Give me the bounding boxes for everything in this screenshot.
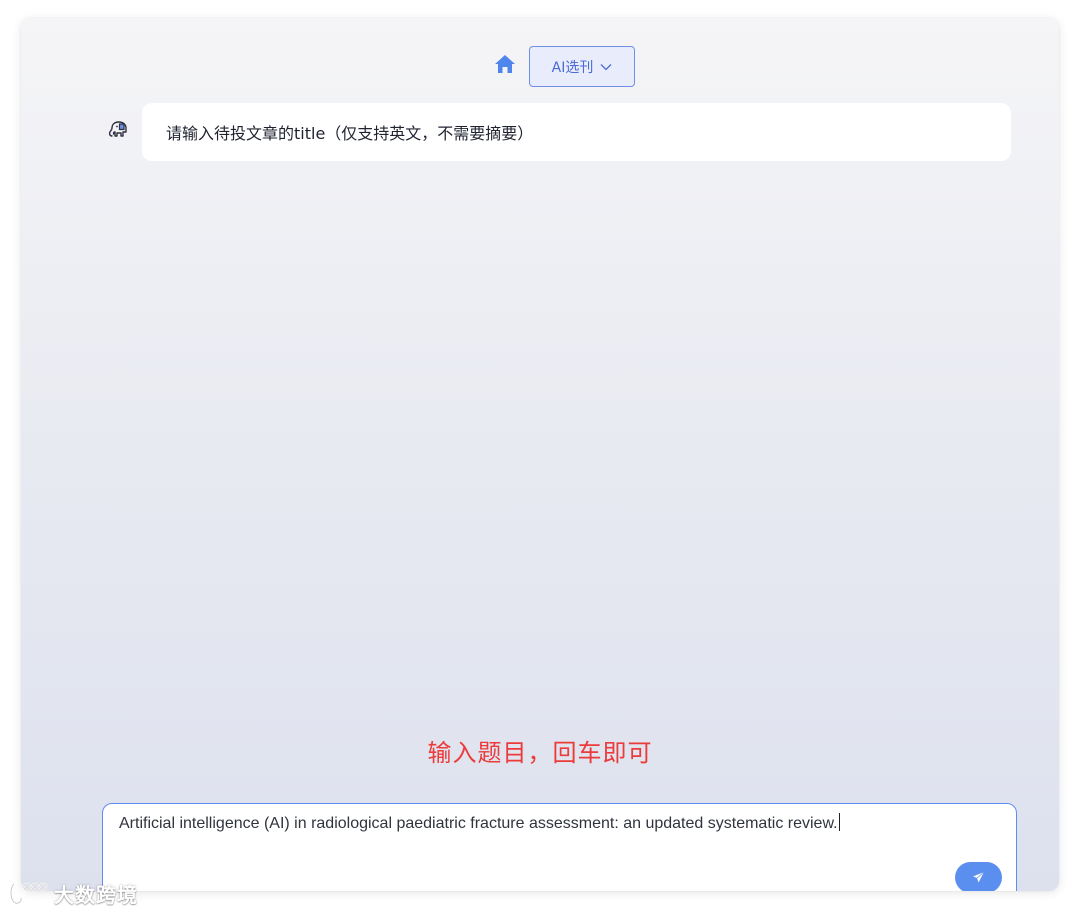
watermark-logo-icon (9, 882, 48, 905)
watermark: 大数跨境 (8, 877, 138, 909)
title-input-box[interactable]: Artificial intelligence (AI) in radiolog… (102, 803, 1017, 891)
home-icon[interactable] (494, 54, 516, 74)
mode-select-label: AI选刊 (551, 59, 594, 76)
text-caret (838, 813, 840, 831)
instruction-annotation: 输入题目，回车即可 (427, 739, 653, 767)
chevron-down-icon (600, 63, 612, 70)
bot-message-text: 请输入待投文章的title（仅支持英文，不需要摘要） (166, 124, 534, 143)
bot-message-bubble: 请输入待投文章的title（仅支持英文，不需要摘要） (142, 103, 1011, 161)
title-input-value: Artificial intelligence (AI) in radiolog… (119, 815, 838, 832)
mode-select-dropdown[interactable]: AI选刊 (529, 46, 635, 87)
title-input-field[interactable]: Artificial intelligence (AI) in radiolog… (119, 813, 956, 833)
send-button[interactable] (955, 862, 1002, 891)
watermark-text: 大数跨境 (54, 882, 138, 907)
paper-plane-icon (973, 871, 985, 883)
elephant-avatar-icon (108, 121, 127, 137)
